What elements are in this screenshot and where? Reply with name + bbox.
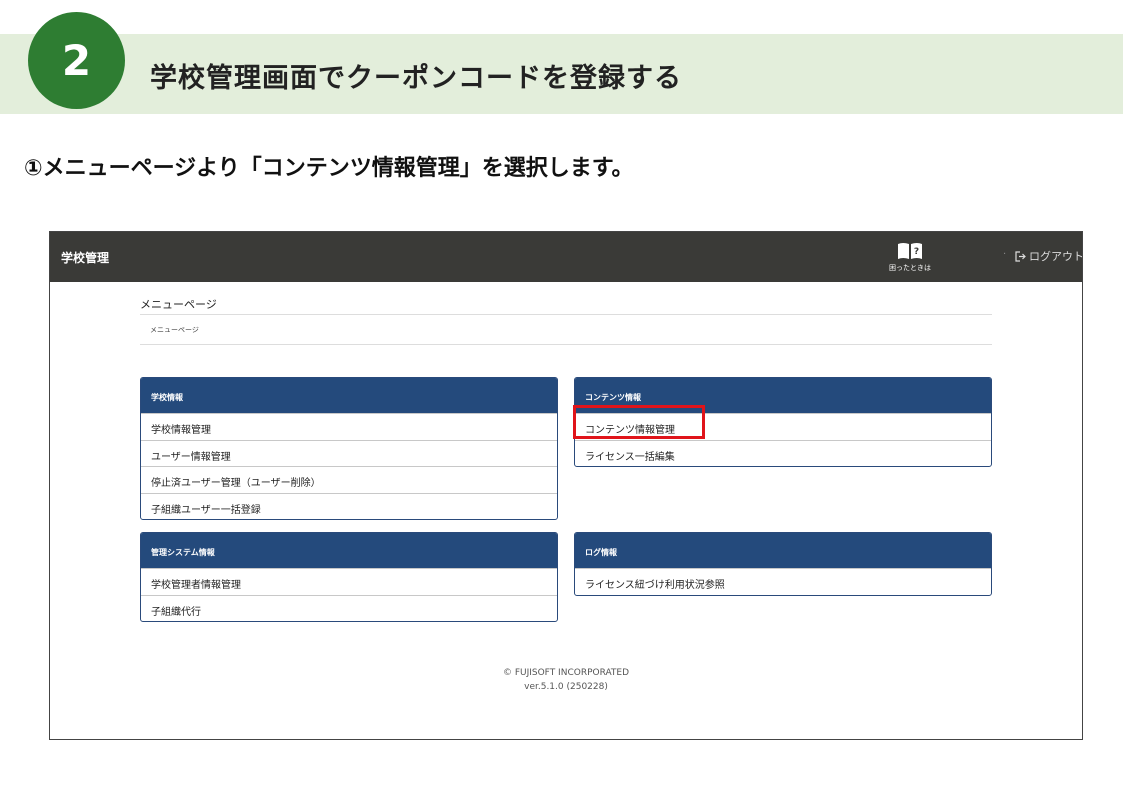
menu-item-license-usage-reference[interactable]: ライセンス紐づけ利用状況参照 — [575, 568, 991, 595]
copyright-text: © FUJISOFT INCORPORATED — [502, 668, 630, 678]
menu-card-log-info: ログ情報 ライセンス紐づけ利用状況参照 — [574, 532, 992, 596]
help-label: 困ったときは — [889, 264, 931, 272]
page-heading: メニューページ — [140, 298, 217, 311]
step-title: 学校管理画面でクーポンコードを登録する — [150, 63, 682, 94]
logout-icon — [1015, 250, 1026, 262]
header-separator: · — [1003, 249, 1007, 260]
menu-item-school-admin-management[interactable]: 学校管理者情報管理 — [141, 568, 557, 595]
card-header: 学校情報 — [141, 378, 557, 413]
card-header: コンテンツ情報 — [575, 378, 991, 413]
menu-card-content-info: コンテンツ情報 コンテンツ情報管理 ライセンス一括編集 — [574, 377, 992, 467]
logout-label: ログアウト — [1029, 250, 1083, 263]
menu-item-suspended-user-management[interactable]: 停止済ユーザー管理（ユーザー削除） — [141, 466, 557, 493]
menu-card-admin-system-info: 管理システム情報 学校管理者情報管理 子組織代行 — [140, 532, 558, 622]
app-screenshot-frame: 学校管理 ? 困ったときは · ログアウト メニューページ メニューページ 学校… — [49, 231, 1083, 740]
svg-text:?: ? — [914, 247, 919, 257]
menu-card-school-info: 学校情報 学校情報管理 ユーザー情報管理 停止済ユーザー管理（ユーザー削除） 子… — [140, 377, 558, 520]
breadcrumb[interactable]: メニューページ — [150, 325, 199, 335]
step-number-badge: 2 — [28, 12, 125, 109]
menu-item-user-info-management[interactable]: ユーザー情報管理 — [141, 439, 557, 467]
heading-divider — [140, 314, 992, 315]
card-header: 管理システム情報 — [141, 533, 557, 568]
help-link[interactable]: ? 困ったときは — [888, 241, 932, 273]
version-text: ver.5.1.0 (250228) — [524, 682, 608, 692]
app-header-bar: 学校管理 ? 困ったときは · ログアウト — [50, 232, 1082, 282]
menu-item-school-info-management[interactable]: 学校情報管理 — [141, 413, 557, 440]
breadcrumb-divider — [140, 344, 992, 345]
step-instruction: ①メニューページより「コンテンツ情報管理」を選択します。 — [24, 156, 634, 181]
book-question-icon: ? — [898, 243, 922, 259]
menu-item-content-info-management[interactable]: コンテンツ情報管理 — [575, 413, 991, 440]
app-title: 学校管理 — [61, 251, 110, 265]
card-header: ログ情報 — [575, 533, 991, 568]
menu-item-child-org-bulk-register[interactable]: 子組織ユーザー一括登録 — [141, 492, 557, 520]
app-footer: © FUJISOFT INCORPORATED ver.5.1.0 (25022… — [50, 666, 1082, 694]
menu-item-license-bulk-edit[interactable]: ライセンス一括編集 — [575, 439, 991, 467]
menu-item-child-org-proxy[interactable]: 子組織代行 — [141, 594, 557, 622]
logout-button[interactable]: ログアウト — [1014, 248, 1083, 264]
